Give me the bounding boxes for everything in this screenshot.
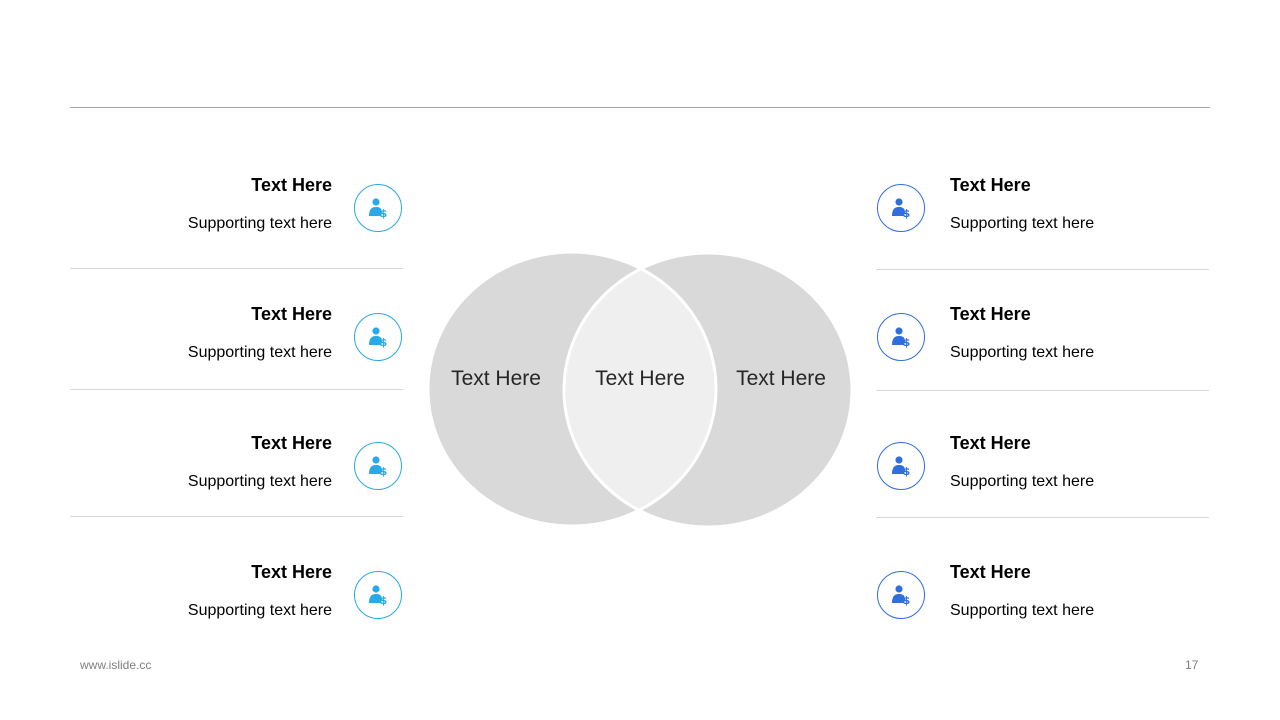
left-item-title: Text Here bbox=[251, 304, 332, 324]
left-item-3: Text Here Supporting text here bbox=[172, 432, 332, 492]
right-item-subtitle: Supporting text here bbox=[950, 344, 1095, 361]
right-item-3: Text Here Supporting text here bbox=[950, 432, 1110, 492]
user-dollar-icon: $ bbox=[877, 442, 925, 490]
user-dollar-icon: $ bbox=[354, 313, 402, 361]
left-item-title: Text Here bbox=[251, 433, 332, 453]
right-item-4: Text Here Supporting text here bbox=[950, 561, 1110, 621]
right-item-title: Text Here bbox=[950, 304, 1031, 324]
page-number: 17 bbox=[1185, 658, 1199, 672]
left-item-subtitle: Supporting text here bbox=[187, 602, 332, 619]
left-item-title: Text Here bbox=[251, 562, 332, 582]
right-item-title: Text Here bbox=[950, 433, 1031, 453]
right-divider bbox=[876, 390, 1209, 391]
top-divider bbox=[70, 107, 1210, 108]
footer-url[interactable]: www.islide.cc bbox=[80, 658, 151, 672]
svg-text:$: $ bbox=[380, 336, 388, 348]
left-item-subtitle: Supporting text here bbox=[187, 473, 332, 490]
right-item-subtitle: Supporting text here bbox=[950, 215, 1095, 232]
left-divider bbox=[70, 389, 403, 390]
venn-center-label: Text Here bbox=[595, 367, 685, 390]
right-item-1: Text Here Supporting text here bbox=[950, 174, 1110, 234]
left-item-subtitle: Supporting text here bbox=[187, 215, 332, 232]
right-item-2: Text Here Supporting text here bbox=[950, 303, 1110, 363]
left-item-1: Text Here Supporting text here bbox=[172, 174, 332, 234]
left-item-subtitle: Supporting text here bbox=[187, 344, 332, 361]
left-divider bbox=[70, 516, 403, 517]
user-dollar-icon: $ bbox=[877, 313, 925, 361]
left-item-4: Text Here Supporting text here bbox=[172, 561, 332, 621]
user-dollar-icon: $ bbox=[877, 571, 925, 619]
right-item-subtitle: Supporting text here bbox=[950, 602, 1095, 619]
svg-text:$: $ bbox=[380, 465, 388, 477]
svg-text:$: $ bbox=[903, 207, 911, 219]
right-item-title: Text Here bbox=[950, 562, 1031, 582]
svg-text:$: $ bbox=[903, 465, 911, 477]
user-dollar-icon: $ bbox=[354, 571, 402, 619]
left-item-title: Text Here bbox=[251, 175, 332, 195]
right-item-subtitle: Supporting text here bbox=[950, 473, 1095, 490]
user-dollar-icon: $ bbox=[354, 442, 402, 490]
right-item-title: Text Here bbox=[950, 175, 1031, 195]
svg-text:$: $ bbox=[903, 336, 911, 348]
user-dollar-icon: $ bbox=[877, 184, 925, 232]
venn-right-label: Text Here bbox=[736, 367, 826, 390]
svg-text:$: $ bbox=[380, 207, 388, 219]
user-dollar-icon: $ bbox=[354, 184, 402, 232]
venn-left-label: Text Here bbox=[451, 367, 541, 390]
right-divider bbox=[876, 517, 1209, 518]
svg-text:$: $ bbox=[903, 594, 911, 606]
svg-text:$: $ bbox=[380, 594, 388, 606]
left-divider bbox=[70, 268, 403, 269]
left-item-2: Text Here Supporting text here bbox=[172, 303, 332, 363]
right-divider bbox=[876, 269, 1209, 270]
